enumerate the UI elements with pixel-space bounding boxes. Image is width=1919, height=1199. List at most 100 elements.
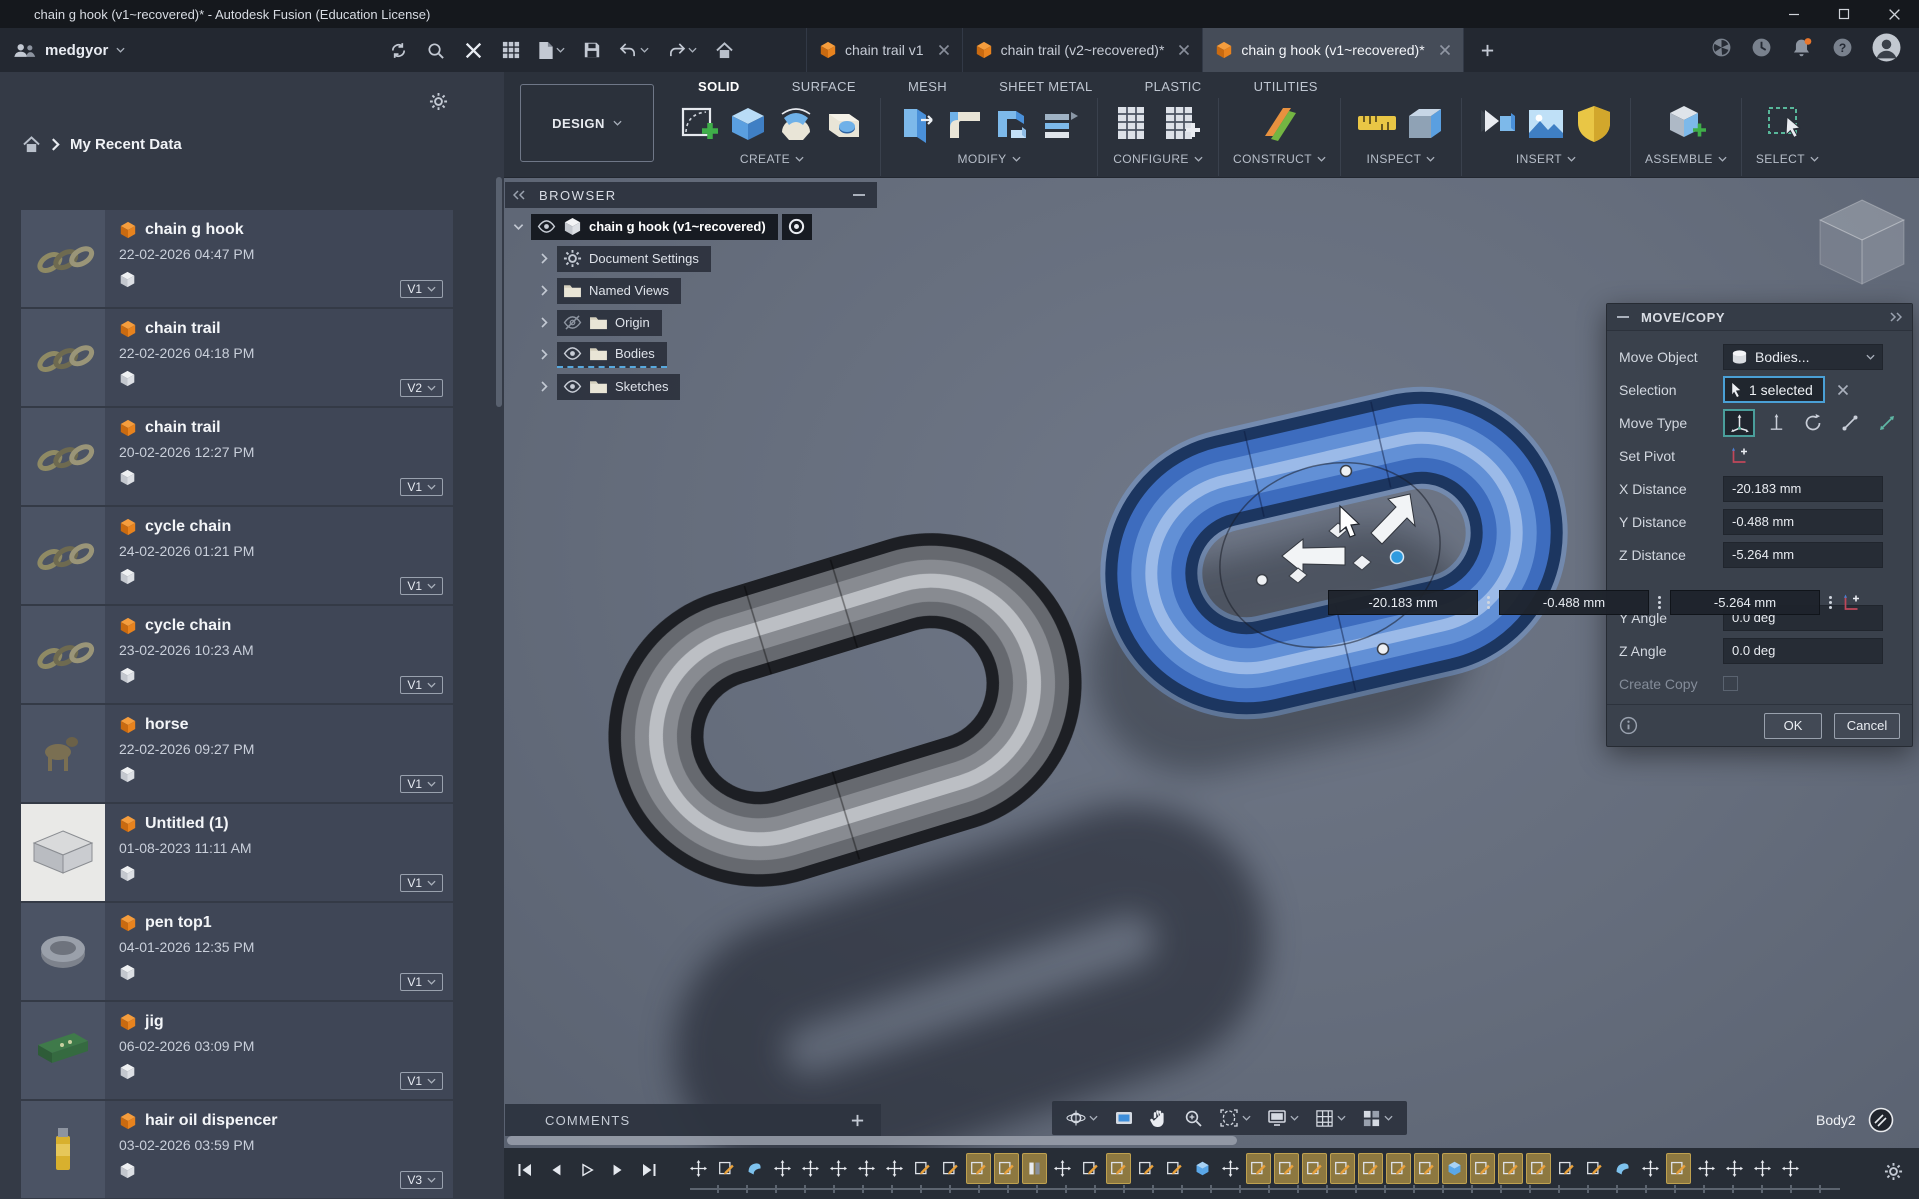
data-item-10[interactable]: hair oil dispencer 03-02-2026 03:59 PM V3: [21, 1101, 453, 1198]
skip-end-button[interactable]: [638, 1160, 660, 1180]
measure-button[interactable]: [1355, 102, 1399, 146]
new-component-button[interactable]: [1664, 102, 1708, 146]
ring-handle-bottom[interactable]: [1376, 642, 1390, 656]
move-type-point-to-point-button[interactable]: [1834, 409, 1866, 437]
save-button[interactable]: [579, 37, 605, 63]
fit-button[interactable]: [1213, 1101, 1257, 1135]
create-sketch-button[interactable]: [678, 102, 722, 146]
ribbon-tab-solid[interactable]: SOLID: [672, 74, 766, 99]
timeline-feature-7[interactable]: [854, 1153, 879, 1184]
timeline-feature-39[interactable]: [1750, 1153, 1775, 1184]
overflow-menu-icon[interactable]: [1658, 596, 1661, 609]
move-type-point-to-position-button[interactable]: [1871, 409, 1903, 437]
center-point-handle[interactable]: [1389, 549, 1405, 565]
search-button[interactable]: [422, 37, 449, 64]
shell-button[interactable]: [991, 102, 1035, 146]
manipulator-value-1[interactable]: -20.183 mm: [1328, 590, 1478, 615]
move-object-dropdown[interactable]: Bodies...: [1723, 343, 1883, 370]
step-back-button[interactable]: [545, 1160, 567, 1180]
configure-table-button[interactable]: [1112, 102, 1156, 146]
timeline-feature-15[interactable]: [1078, 1153, 1103, 1184]
timeline-feature-34[interactable]: [1610, 1153, 1635, 1184]
document-tab-2[interactable]: chain trail (v2~recovered)*: [961, 28, 1203, 72]
set-pivot-button[interactable]: [1723, 442, 1755, 470]
manipulator-value-3[interactable]: -5.264 mm: [1670, 590, 1820, 615]
ok-button[interactable]: OK: [1764, 712, 1822, 739]
display-settings-button[interactable]: [1261, 1101, 1305, 1135]
ribbon-group-label[interactable]: SELECT: [1756, 152, 1819, 166]
viewport-3d[interactable]: BROWSER chain g hook (v1~recovered) Docu…: [504, 178, 1919, 1148]
minimize-panel-icon[interactable]: [853, 193, 865, 197]
info-icon[interactable]: [1619, 716, 1638, 735]
pattern-button[interactable]: [1039, 102, 1083, 146]
timeline-feature-18[interactable]: [1162, 1153, 1187, 1184]
timeline-feature-36-warning[interactable]: [1666, 1153, 1691, 1184]
minimize-button[interactable]: [1769, 0, 1819, 28]
browser-item-origin[interactable]: Origin: [505, 309, 877, 336]
hole-button[interactable]: [822, 102, 866, 146]
section-analysis-button[interactable]: [1403, 102, 1447, 146]
orbit-button[interactable]: [1060, 1101, 1104, 1135]
browser-item-bodies[interactable]: Bodies: [505, 341, 877, 368]
data-item-5[interactable]: cycle chain 23-02-2026 10:23 AM V1: [21, 606, 453, 703]
press-pull-button[interactable]: [895, 102, 939, 146]
timeline-feature-3[interactable]: [742, 1153, 767, 1184]
timeline-feature-21-warning[interactable]: [1246, 1153, 1271, 1184]
timeline-feature-5[interactable]: [798, 1153, 823, 1184]
user-menu[interactable]: medgyor: [13, 42, 133, 59]
workspace-selector[interactable]: DESIGN: [520, 84, 654, 162]
close-tab-icon[interactable]: [938, 44, 950, 56]
overflow-menu-icon[interactable]: [1829, 596, 1832, 609]
collapse-panel-icon[interactable]: [513, 190, 525, 200]
fillet-button[interactable]: [943, 102, 987, 146]
version-selector[interactable]: V1: [400, 874, 443, 892]
comments-bar[interactable]: COMMENTS: [505, 1104, 881, 1136]
skip-start-button[interactable]: [514, 1160, 536, 1180]
chevron-right-icon[interactable]: [531, 381, 557, 392]
timeline-feature-31-warning[interactable]: [1526, 1153, 1551, 1184]
play-button[interactable]: [576, 1160, 598, 1180]
z-distance-input[interactable]: -5.264 mm: [1723, 541, 1883, 568]
home-icon[interactable]: [22, 136, 41, 153]
version-selector[interactable]: V1: [400, 478, 443, 496]
timeline-feature-10[interactable]: [938, 1153, 963, 1184]
document-tab-3[interactable]: chain g hook (v1~recovered)*: [1202, 28, 1464, 72]
notifications-button[interactable]: [1791, 37, 1813, 63]
ribbon-tab-mesh[interactable]: MESH: [882, 74, 973, 99]
timeline-feature-24-warning[interactable]: [1330, 1153, 1355, 1184]
move-type-translate-button[interactable]: [1760, 409, 1792, 437]
extrude-button[interactable]: [726, 102, 770, 146]
timeline-feature-27-warning[interactable]: [1414, 1153, 1439, 1184]
data-item-7[interactable]: Untitled (1) 01-08-2023 11:11 AM V1: [21, 804, 453, 901]
version-selector[interactable]: V1: [400, 280, 443, 298]
chevron-right-icon[interactable]: [531, 253, 557, 264]
timeline-feature-8[interactable]: [882, 1153, 907, 1184]
timeline-feature-13-warning[interactable]: [1022, 1153, 1047, 1184]
timeline-feature-28-warning[interactable]: [1442, 1153, 1467, 1184]
step-forward-button[interactable]: [607, 1160, 629, 1180]
timeline-scrubber[interactable]: [690, 1185, 1840, 1193]
help-button[interactable]: ?: [1832, 37, 1853, 63]
zoom-button[interactable]: [1177, 1101, 1209, 1135]
move-type-free-move-button[interactable]: [1723, 408, 1755, 437]
chevron-right-icon[interactable]: [531, 349, 557, 360]
browser-item-document-settings[interactable]: Document Settings: [505, 245, 877, 272]
document-tab-1[interactable]: chain trail v1: [806, 28, 962, 72]
browser-root-row[interactable]: chain g hook (v1~recovered): [505, 213, 877, 240]
sync-button[interactable]: [385, 37, 412, 64]
ribbon-group-label[interactable]: ASSEMBLE: [1645, 152, 1727, 166]
clear-selection-button[interactable]: [1837, 384, 1849, 396]
timeline-feature-33[interactable]: [1582, 1153, 1607, 1184]
version-selector[interactable]: V1: [400, 775, 443, 793]
insert-canvas-button[interactable]: [1524, 102, 1568, 146]
x-distance-input[interactable]: -20.183 mm: [1723, 475, 1883, 502]
ribbon-group-label[interactable]: INSERT: [1516, 152, 1576, 166]
timeline-feature-2[interactable]: [714, 1153, 739, 1184]
file-new-button[interactable]: [534, 37, 569, 64]
ribbon-tab-surface[interactable]: SURFACE: [766, 74, 882, 99]
manipulator-value-2[interactable]: -0.488 mm: [1499, 590, 1649, 615]
timeline-feature-25-warning[interactable]: [1358, 1153, 1383, 1184]
timeline-feature-35[interactable]: [1638, 1153, 1663, 1184]
apps-grid-button[interactable]: [498, 37, 524, 63]
create-copy-checkbox[interactable]: [1723, 676, 1738, 691]
